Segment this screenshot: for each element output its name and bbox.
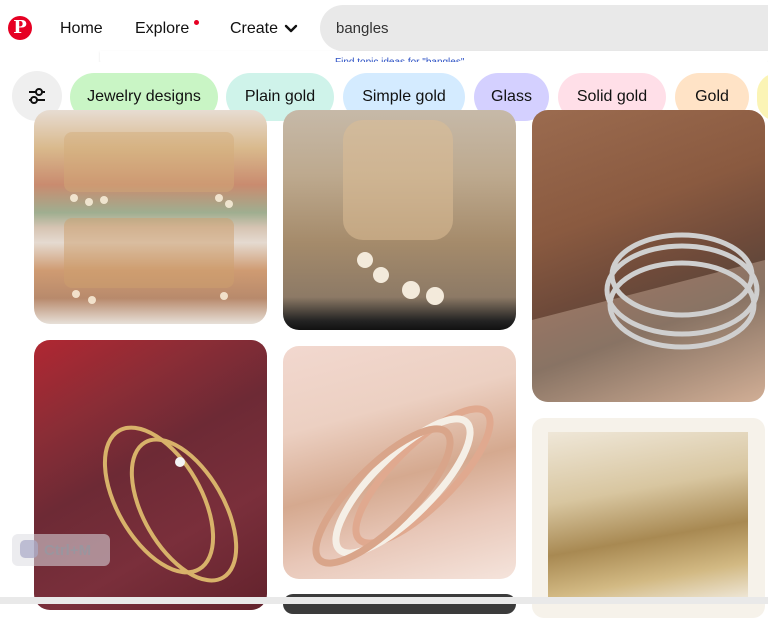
- nav-explore-link[interactable]: Explore: [135, 20, 189, 38]
- bangle-set-flowers-image: [312, 405, 494, 567]
- app-icon: [20, 540, 38, 558]
- pin-image-oxidised-silver-bangles[interactable]: [532, 110, 765, 402]
- pearl-gold-bangles-image: [548, 432, 748, 604]
- pin-image-pearl-gold-bangles[interactable]: [532, 418, 765, 618]
- pin-image-layered-bangle-stacks[interactable]: [34, 110, 267, 324]
- pin-image-gold-bangles-red-cloth[interactable]: [34, 340, 267, 610]
- pin-image-pink-white-bangle-set[interactable]: [283, 346, 516, 579]
- search-input[interactable]: [336, 17, 736, 39]
- chevron-down-icon[interactable]: [284, 22, 298, 36]
- pin-image-gold-bangles-tassels[interactable]: [283, 110, 516, 330]
- bangle-stack-image: [64, 132, 234, 304]
- shortcut-hint-text: Ctrl+M: [44, 542, 92, 559]
- nav-create-link[interactable]: Create: [230, 20, 278, 38]
- silver-bangles-wrist-image: [532, 232, 765, 402]
- search-bar[interactable]: [320, 5, 768, 51]
- bottom-edge-strip: [0, 597, 768, 604]
- notification-dot-icon: [194, 20, 199, 25]
- sliders-icon: [29, 88, 45, 104]
- nav-home-link[interactable]: Home: [60, 20, 103, 38]
- pinterest-logo-icon[interactable]: P: [8, 16, 32, 40]
- gold-bangles-image: [102, 425, 239, 583]
- gold-bangles-image: [343, 120, 453, 305]
